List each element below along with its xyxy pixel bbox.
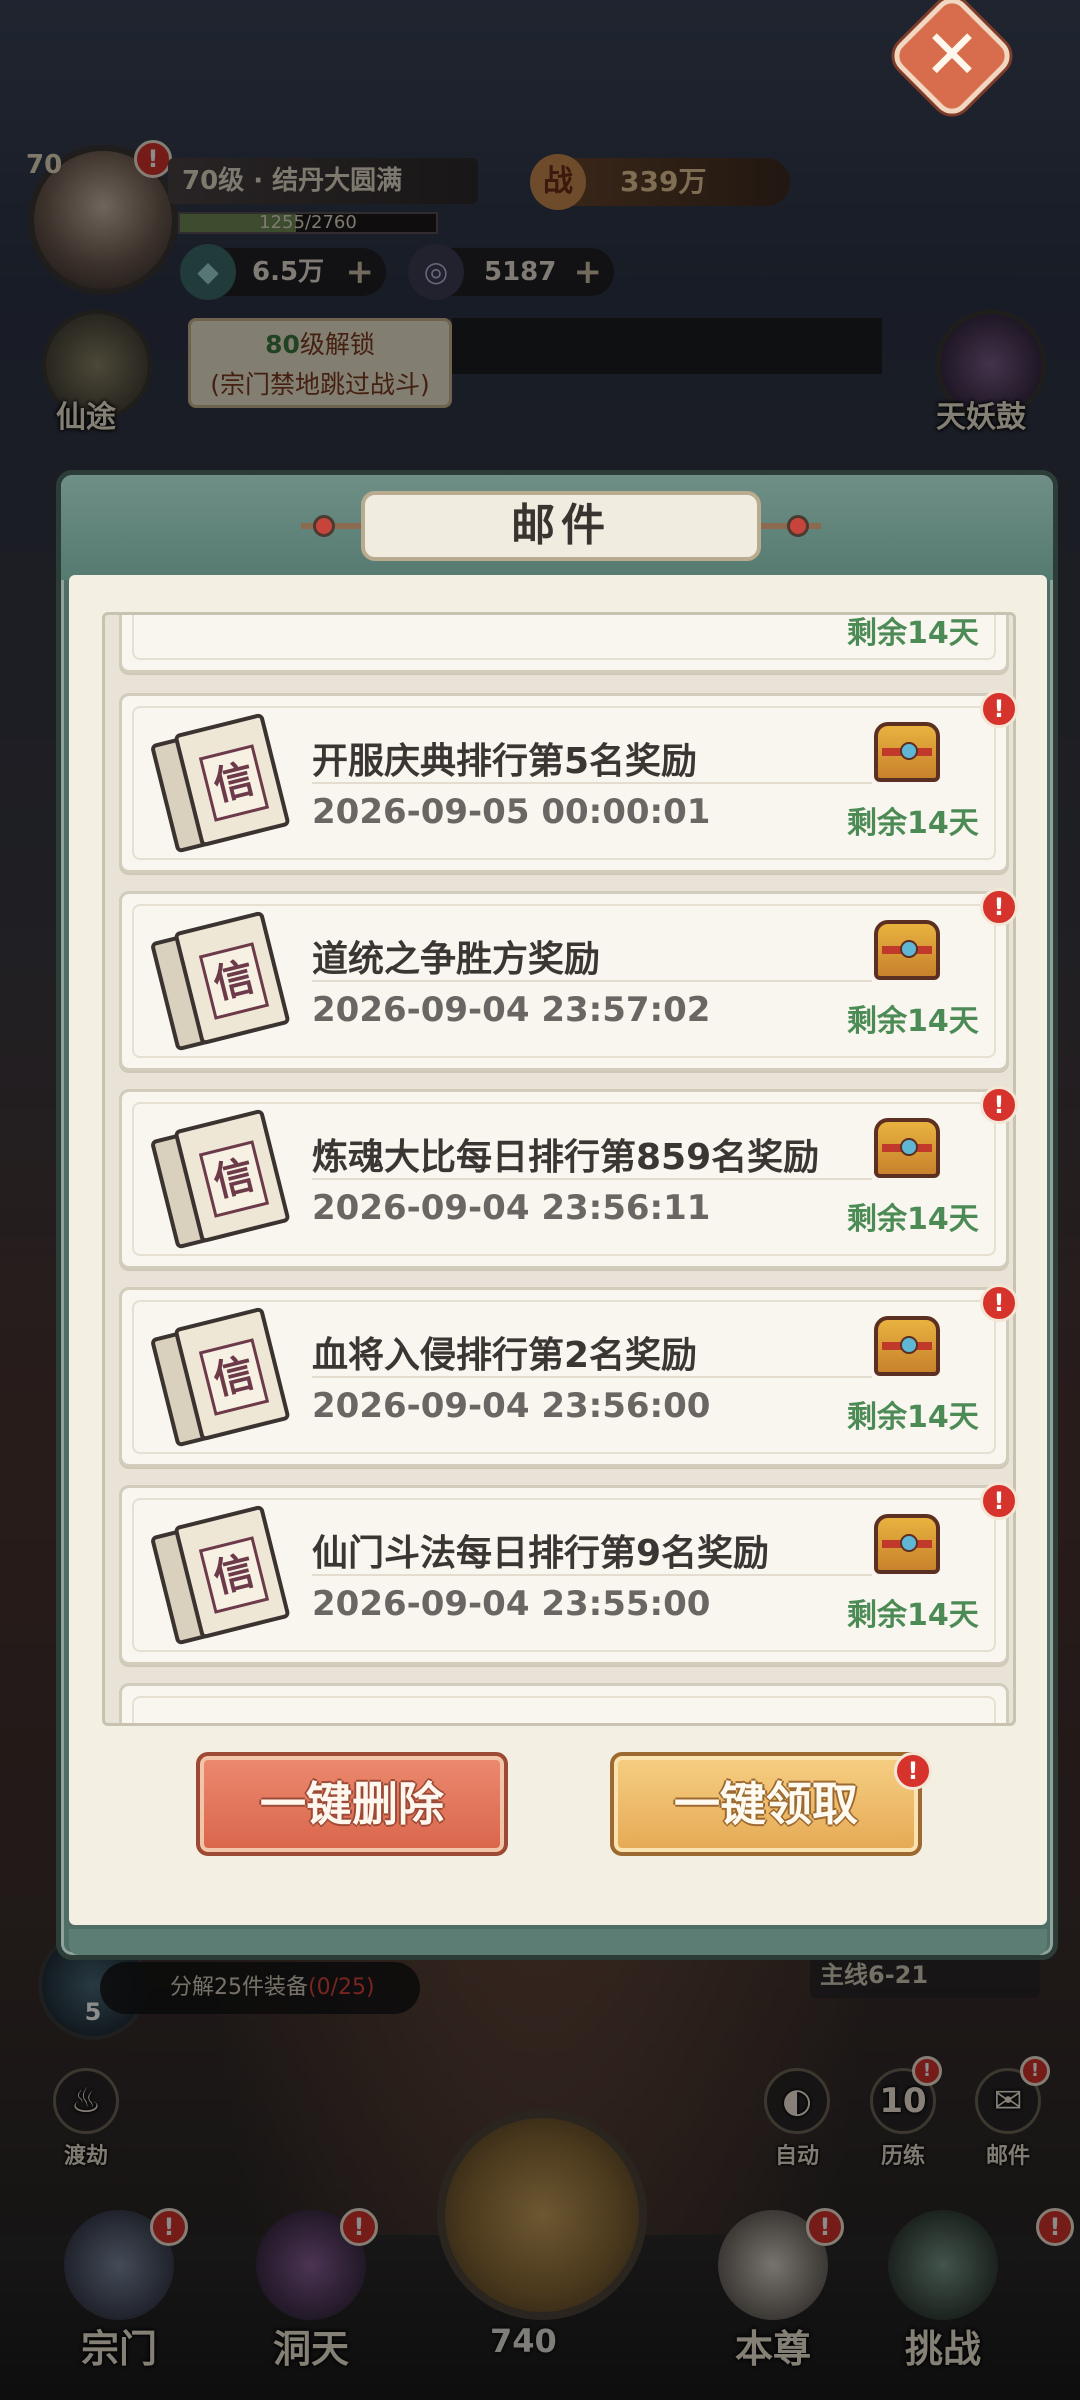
mail-time: 2026-09-04 23:56:00 bbox=[312, 1386, 711, 1426]
mail-divider bbox=[312, 1574, 872, 1576]
dialog-bottom-strip bbox=[69, 1929, 1047, 1955]
envelope-icon: 信 bbox=[149, 712, 291, 854]
mail-alert-icon: ! bbox=[980, 1482, 1018, 1520]
mail-time: 2026-09-05 00:00:01 bbox=[312, 792, 711, 832]
mail-title: 血将入侵排行第2名奖励 bbox=[312, 1335, 698, 1376]
treasure-chest-icon bbox=[874, 920, 940, 980]
delete-all-button[interactable]: 一键删除 bbox=[196, 1752, 508, 1856]
mail-title: 炼魂大比每日排行第859名奖励 bbox=[312, 1137, 820, 1178]
mail-time: 2026-09-04 23:57:02 bbox=[312, 990, 711, 1030]
mail-title: 开服庆典排行第5名奖励 bbox=[312, 741, 698, 782]
mail-item[interactable]: 信 炼魂大比每日排行第859名奖励 2026-09-04 23:56:11 剩余… bbox=[119, 1089, 1009, 1269]
mail-alert-icon: ! bbox=[980, 888, 1018, 926]
mail-remain: 剩余14天 bbox=[847, 1202, 979, 1237]
mail-divider bbox=[312, 782, 872, 784]
mail-list[interactable]: 剩余14天 信 开服庆典排行第5名奖励 2026-09-05 00:00:01 … bbox=[102, 612, 1016, 1726]
close-icon[interactable]: ✕ bbox=[906, 10, 998, 102]
claim-all-button[interactable]: 一键领取 bbox=[610, 1752, 922, 1856]
claim-all-alert-icon: ! bbox=[894, 1752, 932, 1790]
mail-divider bbox=[312, 980, 872, 982]
mail-item-partial-top[interactable]: 剩余14天 bbox=[119, 615, 1009, 673]
rope-knot-right bbox=[787, 515, 809, 537]
dialog-title: 邮件 bbox=[361, 491, 761, 561]
mail-item[interactable]: 信 仙门斗法每日排行第9名奖励 2026-09-04 23:55:00 剩余14… bbox=[119, 1485, 1009, 1665]
envelope-icon: 信 bbox=[149, 1504, 291, 1646]
mail-divider bbox=[312, 1178, 872, 1180]
treasure-chest-icon bbox=[874, 1514, 940, 1574]
mail-item[interactable]: 信 开服庆典排行第5名奖励 2026-09-05 00:00:01 剩余14天 bbox=[119, 693, 1009, 873]
mail-alert-icon: ! bbox=[980, 1284, 1018, 1322]
mail-item-partial-bottom[interactable] bbox=[119, 1683, 1009, 1723]
mail-remain: 剩余14天 bbox=[847, 1400, 979, 1435]
envelope-icon: 信 bbox=[149, 1108, 291, 1250]
mail-remain: 剩余14天 bbox=[847, 1004, 979, 1039]
mail-alert-icon: ! bbox=[980, 1086, 1018, 1124]
rope-knot-left bbox=[313, 515, 335, 537]
mail-alert-icon: ! bbox=[980, 690, 1018, 728]
mail-time: 2026-09-04 23:56:11 bbox=[312, 1188, 711, 1228]
envelope-icon: 信 bbox=[149, 1306, 291, 1448]
rope-right bbox=[751, 523, 821, 529]
mail-title: 道统之争胜方奖励 bbox=[312, 939, 601, 980]
treasure-chest-icon bbox=[874, 722, 940, 782]
mail-divider bbox=[312, 1376, 872, 1378]
mail-time: 2026-09-04 23:55:00 bbox=[312, 1584, 711, 1624]
treasure-chest-icon bbox=[874, 1118, 940, 1178]
mail-title: 仙门斗法每日排行第9名奖励 bbox=[312, 1533, 770, 1574]
mail-item[interactable]: 信 血将入侵排行第2名奖励 2026-09-04 23:56:00 剩余14天 bbox=[119, 1287, 1009, 1467]
mail-item[interactable]: 信 道统之争胜方奖励 2026-09-04 23:57:02 剩余14天 bbox=[119, 891, 1009, 1071]
treasure-chest-icon bbox=[874, 1316, 940, 1376]
mail-remain: 剩余14天 bbox=[847, 806, 979, 841]
envelope-icon: 信 bbox=[149, 910, 291, 1052]
mail-remain: 剩余14天 bbox=[847, 1598, 979, 1633]
mail-remain: 剩余14天 bbox=[847, 616, 979, 651]
